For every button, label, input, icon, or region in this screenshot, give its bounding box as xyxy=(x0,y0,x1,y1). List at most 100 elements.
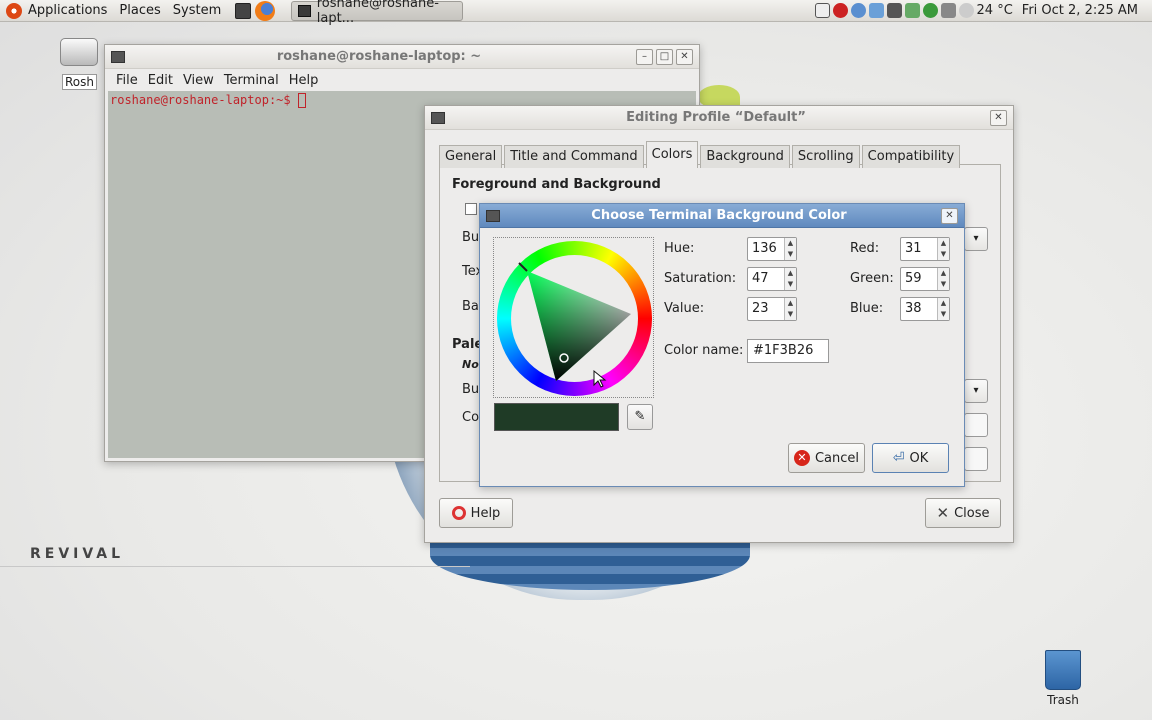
close-button[interactable]: ✕ Close xyxy=(925,498,1001,528)
close-icon[interactable]: ✕ xyxy=(941,207,958,224)
weather-temperature[interactable]: 24 °C xyxy=(977,3,1013,18)
chooser-titlebar[interactable]: Choose Terminal Background Color ✕ xyxy=(480,204,964,228)
tab-background[interactable]: Background xyxy=(700,145,790,168)
green-value: 59 xyxy=(905,271,922,286)
trash-label: Trash xyxy=(1047,693,1079,707)
color-preview-swatch xyxy=(494,403,619,431)
maximize-button[interactable]: □ xyxy=(656,48,673,65)
weather-icon[interactable] xyxy=(958,3,974,18)
spin-arrows-icon[interactable]: ▲ ▼ xyxy=(937,268,949,290)
menu-help[interactable]: Help xyxy=(284,73,324,88)
terminal-icon xyxy=(431,111,445,124)
terminal-menubar: File Edit View Terminal Help xyxy=(105,69,699,91)
mail-icon[interactable] xyxy=(832,3,848,18)
tab-compatibility[interactable]: Compatibility xyxy=(861,145,961,168)
tab-scrolling[interactable]: Scrolling xyxy=(791,145,860,168)
close-x-icon: ✕ xyxy=(936,504,950,522)
system-tray: 24 °C Fri Oct 2, 2:25 AM xyxy=(814,3,1152,18)
palette-swatch[interactable] xyxy=(964,413,988,437)
monitor-icon[interactable] xyxy=(886,3,902,18)
palette-note: No xyxy=(462,358,479,371)
help-icon xyxy=(451,506,466,520)
desktop-trash[interactable]: Trash xyxy=(1041,650,1085,707)
spin-arrows-icon[interactable]: ▲ ▼ xyxy=(784,268,796,290)
blue-spinner[interactable]: 38 ▲ ▼ xyxy=(900,297,950,321)
minimize-button[interactable]: – xyxy=(636,48,653,65)
hue-spinner[interactable]: 136 ▲ ▼ xyxy=(747,237,797,261)
profile-titlebar[interactable]: Editing Profile “Default” ✕ xyxy=(425,106,1013,130)
terminal-title: roshane@roshane-laptop: ~ xyxy=(276,49,482,64)
terminal-prompt: roshane@roshane-laptop:~$ xyxy=(110,93,291,107)
tab-colors[interactable]: Colors xyxy=(645,141,699,168)
spin-arrows-icon[interactable]: ▲ ▼ xyxy=(784,298,796,320)
color-chooser-dialog[interactable]: Choose Terminal Background Color ✕ ✎ Hue… xyxy=(479,203,965,487)
firefox-launcher-icon[interactable] xyxy=(255,0,276,21)
profile-tabs: General Title and Command Colors Backgro… xyxy=(439,141,962,168)
battery-icon[interactable] xyxy=(904,3,920,18)
applications-menu[interactable]: Applications xyxy=(22,3,113,18)
value-value: 23 xyxy=(752,301,769,316)
tab-title-and-command[interactable]: Title and Command xyxy=(504,145,644,168)
top-panel: Applications Places System roshane@rosha… xyxy=(0,0,1152,26)
chooser-title: Choose Terminal Background Color xyxy=(591,208,847,223)
logo-divider xyxy=(0,566,470,567)
palette-dropdown-icon[interactable]: ▾ xyxy=(964,379,988,403)
sv-triangle[interactable] xyxy=(494,238,655,399)
color-name-value: #1F3B26 xyxy=(753,343,814,358)
close-icon[interactable]: ✕ xyxy=(676,48,693,65)
places-menu[interactable]: Places xyxy=(113,3,166,18)
menu-edit[interactable]: Edit xyxy=(143,73,178,88)
help-button-label: Help xyxy=(470,505,501,521)
terminal-icon xyxy=(298,4,311,17)
ok-arrow-icon: ⏎ xyxy=(892,450,905,466)
terminal-icon xyxy=(486,209,500,222)
green-spinner[interactable]: 59 ▲ ▼ xyxy=(900,267,950,291)
system-menu[interactable]: System xyxy=(167,3,227,18)
taskbar-terminal-button[interactable]: roshane@roshane-lapt... xyxy=(291,0,464,26)
chat-icon[interactable] xyxy=(922,3,938,18)
menu-view[interactable]: View xyxy=(178,73,219,88)
menu-file[interactable]: File xyxy=(111,73,143,88)
ok-button-label: OK xyxy=(909,450,929,466)
red-spinner[interactable]: 31 ▲ ▼ xyxy=(900,237,950,261)
cancel-button[interactable]: ✕ Cancel xyxy=(788,443,865,473)
hue-value: 136 xyxy=(752,241,777,256)
close-icon[interactable]: ✕ xyxy=(990,109,1007,126)
spin-arrows-icon[interactable]: ▲ ▼ xyxy=(937,238,949,260)
scheme-dropdown-icon[interactable]: ▾ xyxy=(964,227,988,251)
palette-swatch[interactable] xyxy=(964,447,988,471)
terminal-titlebar[interactable]: roshane@roshane-laptop: ~ – □ ✕ xyxy=(105,45,699,69)
desktop-home-icon[interactable] xyxy=(60,38,100,66)
close-button-label: Close xyxy=(954,505,990,521)
theme-colors-checkbox[interactable] xyxy=(465,203,477,215)
panel-clock[interactable]: Fri Oct 2, 2:25 AM xyxy=(1016,3,1144,18)
help-button[interactable]: Help xyxy=(439,498,513,528)
volume-icon[interactable] xyxy=(940,3,956,18)
revival-logo: REVIVAL xyxy=(30,546,125,562)
eyedropper-icon[interactable]: ✎ xyxy=(627,404,653,430)
menu-terminal[interactable]: Terminal xyxy=(219,73,284,88)
color-name-input[interactable]: #1F3B26 xyxy=(747,339,829,363)
ubuntu-logo-icon[interactable] xyxy=(6,2,22,19)
desktop-home-label[interactable]: Rosh xyxy=(62,74,97,90)
saturation-label: Saturation: xyxy=(664,271,737,286)
terminal-cursor xyxy=(297,93,306,108)
hue-label: Hue: xyxy=(664,241,695,256)
notes-icon[interactable] xyxy=(814,3,830,18)
value-spinner[interactable]: 23 ▲ ▼ xyxy=(747,297,797,321)
spin-arrows-icon[interactable]: ▲ ▼ xyxy=(937,298,949,320)
profile-title: Editing Profile “Default” xyxy=(626,110,806,125)
ok-button[interactable]: ⏎ OK xyxy=(872,443,949,473)
saturation-spinner[interactable]: 47 ▲ ▼ xyxy=(747,267,797,291)
cancel-icon: ✕ xyxy=(793,450,810,466)
network-icon[interactable] xyxy=(868,3,884,18)
green-label: Green: xyxy=(850,271,894,286)
tab-general[interactable]: General xyxy=(439,145,503,168)
trash-icon xyxy=(1045,650,1081,690)
red-value: 31 xyxy=(905,241,922,256)
saturation-value: 47 xyxy=(752,271,769,286)
spin-arrows-icon[interactable]: ▲ ▼ xyxy=(784,238,796,260)
blue-label: Blue: xyxy=(850,301,884,316)
update-icon[interactable] xyxy=(850,3,866,18)
terminal-launcher-icon[interactable] xyxy=(235,2,252,19)
